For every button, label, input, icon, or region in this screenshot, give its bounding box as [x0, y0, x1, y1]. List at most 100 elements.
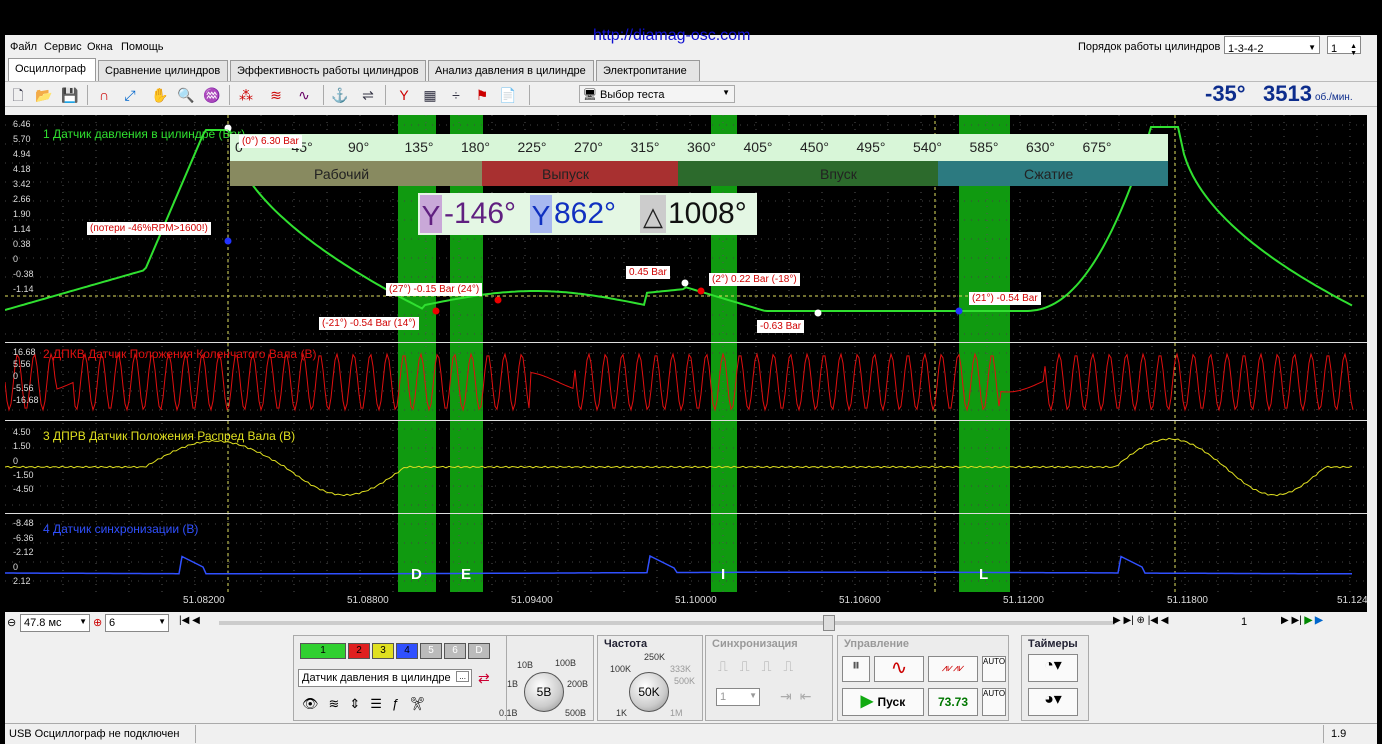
- filter-icon[interactable]: ⁂: [237, 86, 255, 104]
- marker-filter-icon[interactable]: Y: [395, 86, 413, 104]
- auto-scale-icon[interactable]: AUTO: [982, 688, 1006, 716]
- ch4-button[interactable]: 4: [396, 643, 418, 659]
- play-controls-icon[interactable]: ▶ ▶| ▶ ▶: [1281, 615, 1323, 626]
- freq-1k: 1K: [616, 708, 628, 718]
- ch2-button[interactable]: 2: [348, 643, 370, 659]
- y-tick: 0: [13, 254, 19, 264]
- channel-tools-icons[interactable]: 👁≋⇕☰ƒ✂: [302, 696, 436, 712]
- zoom-icon[interactable]: 🔍: [177, 86, 195, 104]
- tab-pressure-analysis[interactable]: Анализ давления в цилиндре: [428, 60, 594, 81]
- cyl-order-select[interactable]: 1-3-4-2 ▼: [1224, 36, 1320, 55]
- ch1-button[interactable]: 1: [300, 643, 346, 659]
- y-tick: 4.50: [13, 427, 31, 437]
- menu-service[interactable]: Сервис: [44, 41, 82, 53]
- test-select[interactable]: 🖥 Выбор теста ▼: [579, 85, 735, 103]
- y-tick: -4.50: [13, 484, 34, 494]
- y-tick: 0: [13, 561, 19, 572]
- signal-probe-icon[interactable]: ⇄: [478, 670, 490, 687]
- open-folder-icon[interactable]: 📂: [35, 86, 53, 104]
- left-cursor-value: -146°: [444, 197, 517, 230]
- stroke-bar: Рабочий Выпуск Впуск Сжатие: [230, 161, 1168, 186]
- y-tick: -1.50: [13, 469, 34, 480]
- sine-wave-icon[interactable]: ∿: [874, 656, 924, 682]
- y-tick: 0: [13, 371, 19, 381]
- cyl-count-spinner[interactable]: 1 ▲ ▼: [1327, 36, 1361, 57]
- timer-stop-icon[interactable]: ◕▾: [1028, 688, 1078, 716]
- control-panel: Управление ⏸ ∿ ⩘⩗⩘⩗ AUTO ▶ Пуск 73.73 AU…: [837, 635, 1009, 721]
- magnet-icon[interactable]: ∩: [95, 86, 113, 104]
- page-number: 1: [1241, 616, 1248, 628]
- tab-power[interactable]: Электропитание: [596, 60, 700, 81]
- freq-250k: 250K: [644, 652, 666, 662]
- ch5-button[interactable]: 5: [420, 643, 442, 659]
- channel-name-field[interactable]: Датчик давления в цилиндре...: [298, 669, 472, 687]
- sync-level-icons[interactable]: ⇥⇤: [780, 688, 819, 705]
- timer-start-icon[interactable]: ◔▾: [1028, 654, 1078, 682]
- angle-scale: 0°45°90°135°180°225°270°315°360°405°450°…: [230, 134, 1168, 161]
- angle-tick: 270°: [574, 139, 603, 155]
- auto-trigger-icon[interactable]: ⚓: [331, 86, 349, 104]
- tab-oscilloscope[interactable]: Осциллограф: [8, 58, 96, 82]
- zoom-in-icon[interactable]: ⊕: [93, 616, 102, 629]
- range-10v: 10В: [517, 660, 534, 670]
- sync-edge-icons[interactable]: ⎍⎍⎍⎍: [718, 658, 805, 675]
- test-select-label: Выбор теста: [600, 89, 665, 101]
- table-icon[interactable]: ▦: [421, 86, 439, 104]
- nav-right-icon[interactable]: ▶ ▶| ⊕ |◀ ◀: [1113, 615, 1168, 626]
- freq-500k: 500K: [674, 676, 696, 686]
- y-tick: 0.38: [13, 239, 31, 249]
- menu-help[interactable]: Помощь: [121, 41, 164, 53]
- probe-icon[interactable]: ♒: [203, 86, 221, 104]
- chd-button[interactable]: D: [468, 643, 490, 659]
- angle-tick: 495°: [856, 139, 886, 155]
- tab-cylinder-compare[interactable]: Сравнение цилиндров: [98, 60, 228, 81]
- more-icon[interactable]: ...: [456, 671, 469, 682]
- pulse-wave-icon[interactable]: ⩘⩗⩘⩗: [928, 656, 978, 682]
- cursor-measure-icon[interactable]: ⤢: [121, 86, 139, 104]
- y-tick: 2.12: [13, 576, 31, 586]
- annotation-2deg: (2°) 0.22 Bar (-18°): [709, 273, 800, 286]
- tab-cylinder-efficiency[interactable]: Эффективность работы цилиндров: [230, 60, 426, 81]
- time-tick: 51.08200: [183, 595, 225, 606]
- zoom-out-icon[interactable]: ⊖: [7, 616, 16, 629]
- ch6-button[interactable]: 6: [444, 643, 466, 659]
- y-tick: 2.66: [13, 194, 31, 204]
- new-file-icon[interactable]: 🗋: [9, 86, 27, 104]
- angle-tick: 675°: [1082, 139, 1112, 155]
- annotation-21deg: (21°) -0.54 Bar: [969, 292, 1041, 305]
- menu-file[interactable]: Файл: [10, 41, 37, 53]
- ch3-button[interactable]: 3: [372, 643, 394, 659]
- document-icon[interactable]: 📄: [499, 86, 517, 104]
- timers-title: Таймеры: [1028, 638, 1078, 650]
- auto-icon[interactable]: AUTO: [982, 656, 1006, 682]
- divider-icon[interactable]: ÷: [447, 86, 465, 104]
- sync-channel-select[interactable]: 1 ▼: [716, 688, 760, 706]
- scroll-thumb[interactable]: [823, 615, 835, 631]
- hand-pan-icon[interactable]: ✋: [151, 86, 169, 104]
- menu-windows[interactable]: Окна: [87, 41, 113, 53]
- annotation-045: 0.45 Bar: [626, 266, 670, 279]
- band-label-l: L: [979, 566, 989, 583]
- scroll-track[interactable]: [219, 621, 1115, 625]
- y-tick: 4.94: [13, 149, 31, 159]
- divisions-select[interactable]: 6 ▼: [105, 614, 169, 632]
- timebase-select[interactable]: 47.8 мс ▼: [20, 614, 90, 632]
- annotation-063: -0.63 Bar: [757, 320, 805, 333]
- y-tick: -6.36: [13, 532, 34, 543]
- trigger-level-icon[interactable]: ⇌: [359, 86, 377, 104]
- wave-overlay-icon[interactable]: ≋: [267, 86, 285, 104]
- flag-icon[interactable]: ⚑: [473, 86, 491, 104]
- test-icon: 🖥: [583, 89, 601, 101]
- pause-button[interactable]: ⏸: [842, 656, 870, 682]
- first-page-icon[interactable]: |◀ ◀: [179, 615, 200, 626]
- start-button[interactable]: ▶ Пуск: [842, 688, 924, 716]
- frequency-title: Частота: [604, 638, 648, 650]
- delta-value: 1008°: [668, 197, 747, 230]
- range-knob[interactable]: 5В: [524, 672, 564, 712]
- save-icon[interactable]: 💾: [61, 86, 79, 104]
- frequency-knob[interactable]: 50K: [629, 672, 669, 712]
- time-tick: 51.11200: [1003, 595, 1044, 606]
- y-tick: 4.18: [13, 164, 31, 174]
- oscilloscope-view[interactable]: 1 Датчик давления в цилиндре (Bar) 2 ДПК…: [5, 115, 1367, 612]
- spectrum-icon[interactable]: ∿: [295, 86, 313, 104]
